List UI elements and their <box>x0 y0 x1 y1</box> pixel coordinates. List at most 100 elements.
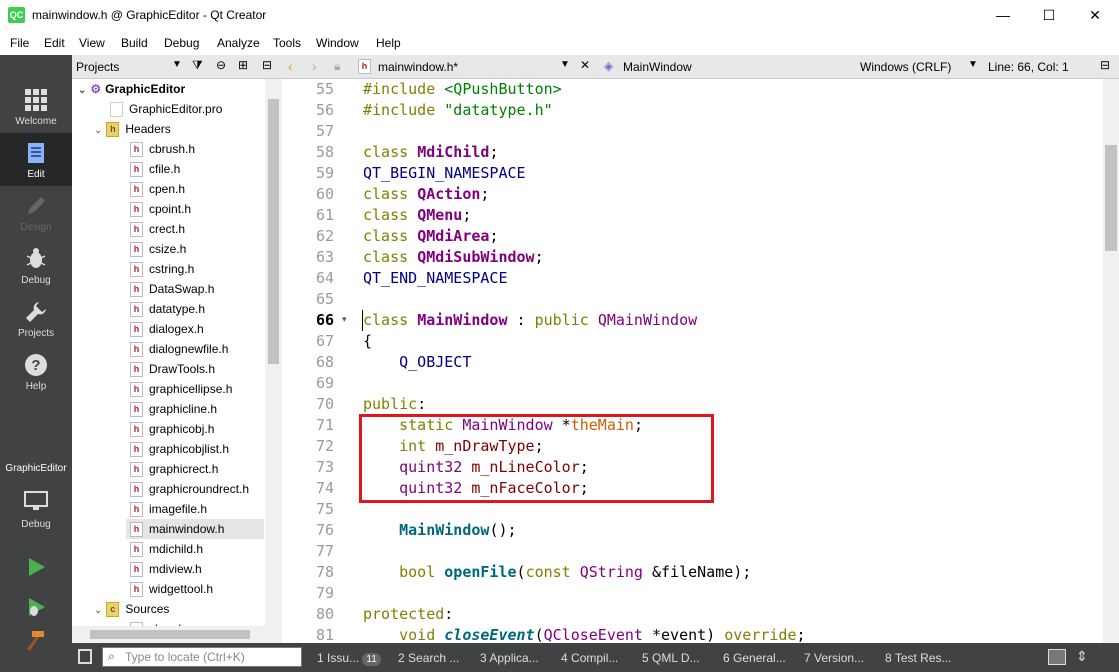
scrollbar-thumb[interactable] <box>1105 145 1117 251</box>
menu-build[interactable]: Build <box>121 36 148 50</box>
editor-vertical-scrollbar[interactable] <box>1103 79 1119 643</box>
tree-node-file[interactable]: h cfile.h <box>130 159 180 179</box>
file-tab-label[interactable]: mainwindow.h* <box>378 60 458 74</box>
menu-view[interactable]: View <box>79 36 105 50</box>
tree-node-file[interactable]: h graphicobjlist.h <box>130 439 229 459</box>
code-line[interactable]: #include "datatype.h" <box>363 100 553 121</box>
line-number-gutter[interactable]: 55 56 57 58 59 60 61 62 63 64 65 66 ▾ 67 68 69 70 71 72 73 7… <box>282 79 358 644</box>
menu-file[interactable]: File <box>10 36 29 50</box>
split-icon[interactable]: ⊞ <box>238 58 248 72</box>
code-line[interactable]: class QAction; <box>363 184 489 205</box>
kit-selector[interactable]: Debug <box>0 481 72 531</box>
chevron-down-icon[interactable]: ⌄ <box>94 605 102 616</box>
code-line[interactable]: MainWindow(); <box>363 520 516 541</box>
menu-tools[interactable]: Tools <box>273 36 301 50</box>
code-line[interactable]: #include <QPushButton> <box>363 79 562 100</box>
code-line[interactable]: QT_BEGIN_NAMESPACE <box>363 163 526 184</box>
output-pane-search[interactable]: 2 Search ... <box>398 651 459 665</box>
code-line[interactable]: protected: <box>363 604 453 625</box>
projects-pane-title[interactable]: Projects <box>76 60 119 74</box>
back-arrow-icon[interactable]: ‹ <box>288 58 293 74</box>
code-line[interactable]: public: <box>363 394 426 415</box>
fold-marker-icon[interactable]: ▾ <box>342 314 347 325</box>
chevron-down-icon[interactable]: ⌄ <box>94 125 102 136</box>
code-line[interactable]: class QMenu; <box>363 205 471 226</box>
code-editor[interactable]: #include <QPushButton> #include "datatype… <box>358 79 1103 643</box>
tree-node-file[interactable]: h datatype.h <box>130 299 205 319</box>
split-editor-icon[interactable]: ⊟ <box>1100 58 1110 72</box>
maximize-button[interactable]: ☐ <box>1026 0 1072 31</box>
tree-node-file[interactable]: h widgettool.h <box>130 579 213 599</box>
chevron-updown-icon[interactable]: ⇕ <box>1076 648 1088 665</box>
cursor-position[interactable]: Line: 66, Col: 1 <box>988 60 1069 74</box>
toggle-sidebar-icon[interactable] <box>78 649 92 664</box>
file-dropdown-icon[interactable]: ▼ <box>560 59 570 70</box>
tree-node-file[interactable]: h cstring.h <box>130 259 194 279</box>
output-pane-qml-debugger[interactable]: 5 QML D... <box>642 651 700 665</box>
tree-node-file[interactable]: h cpen.h <box>130 179 185 199</box>
filter-icon[interactable]: ⧩ <box>192 58 203 73</box>
symbol-selector[interactable]: MainWindow <box>623 60 692 74</box>
tree-node-file[interactable]: h graphicroundrect.h <box>130 479 249 499</box>
hammer-icon[interactable] <box>24 629 48 653</box>
code-line[interactable]: bool openFile(const QString &fileName); <box>363 562 751 583</box>
tree-node-file-selected[interactable]: h mainwindow.h <box>126 519 264 539</box>
code-line[interactable]: void closeEvent(QCloseEvent *event) over… <box>363 625 805 643</box>
locator-input[interactable]: Type to locate (Ctrl+K) <box>102 647 302 667</box>
mode-edit[interactable]: Edit <box>0 133 72 186</box>
close-document-icon[interactable]: ✕ <box>580 58 590 72</box>
tree-node-file[interactable]: h DrawTools.h <box>130 359 215 379</box>
tree-node-file[interactable]: h DataSwap.h <box>130 279 214 299</box>
tree-node-pro-file[interactable]: GraphicEditor.pro <box>110 99 222 119</box>
mode-welcome[interactable]: Welcome <box>0 80 72 133</box>
menu-debug[interactable]: Debug <box>164 36 199 50</box>
code-line[interactable]: class QMdiArea; <box>363 226 498 247</box>
menu-help[interactable]: Help <box>376 36 401 50</box>
tree-node-headers[interactable]: ⌄ h Headers <box>94 119 171 139</box>
tree-vertical-scrollbar[interactable] <box>265 79 282 643</box>
output-pane-general[interactable]: 6 General... <box>723 651 786 665</box>
mode-design[interactable]: Design <box>0 186 72 239</box>
tree-node-file[interactable]: h cbrush.h <box>130 139 195 159</box>
tree-node-file[interactable]: h mdiview.h <box>130 559 202 579</box>
mode-debug[interactable]: Debug <box>0 239 72 292</box>
tree-node-file[interactable]: h csize.h <box>130 239 186 259</box>
code-line[interactable]: class QMdiSubWindow; <box>363 247 544 268</box>
tree-node-project[interactable]: ⌄ ⚙ GraphicEditor <box>78 79 185 99</box>
output-pane-version-control[interactable]: 7 Version... <box>804 651 864 665</box>
tree-node-file[interactable]: h graphicellipse.h <box>130 379 232 399</box>
debug-run-icon[interactable] <box>24 595 48 619</box>
tree-node-file[interactable]: h graphicrect.h <box>130 459 218 479</box>
chevron-down-icon[interactable]: ▼ <box>172 59 182 70</box>
code-line[interactable]: class MainWindow : public QMainWindow <box>363 310 697 331</box>
output-pane-test-results[interactable]: 8 Test Res... <box>885 651 952 665</box>
tree-node-file[interactable]: h dialogex.h <box>130 319 204 339</box>
tree-node-file[interactable]: h cpoint.h <box>130 199 191 219</box>
tree-node-file[interactable]: h graphicobj.h <box>130 419 214 439</box>
menu-window[interactable]: Window <box>316 36 359 50</box>
close-button[interactable]: ✕ <box>1072 0 1118 31</box>
tree-node-file[interactable]: h graphicline.h <box>130 399 217 419</box>
toggle-output-icon[interactable] <box>1048 649 1066 665</box>
run-icon[interactable] <box>24 555 48 579</box>
tree-node-file[interactable]: h mdichild.h <box>130 539 203 559</box>
code-line[interactable]: { <box>363 331 372 352</box>
code-line[interactable]: QT_END_NAMESPACE <box>363 268 508 289</box>
minimize-button[interactable]: — <box>980 0 1026 31</box>
code-line[interactable]: Q_OBJECT <box>363 352 471 373</box>
scrollbar-thumb[interactable] <box>90 630 250 639</box>
mode-projects[interactable]: Projects <box>0 292 72 345</box>
line-ending-selector[interactable]: Windows (CRLF) <box>860 60 951 74</box>
tree-node-file[interactable]: h imagefile.h <box>130 499 207 519</box>
tree-horizontal-scrollbar[interactable] <box>72 626 265 643</box>
chevron-down-icon[interactable]: ▼ <box>968 59 978 70</box>
chevron-down-icon[interactable]: ⌄ <box>78 85 86 96</box>
close-pane-icon[interactable]: ⊟ <box>262 58 272 72</box>
scrollbar-thumb[interactable] <box>268 99 279 364</box>
tree-node-sources[interactable]: ⌄ c Sources <box>94 599 169 619</box>
code-line[interactable]: class MdiChild; <box>363 142 498 163</box>
output-pane-issues[interactable]: 1 Issu... 11 <box>317 651 381 666</box>
forward-arrow-icon[interactable]: › <box>312 58 317 74</box>
mode-help[interactable]: ? Help <box>0 345 72 398</box>
project-tree[interactable]: ⌄ ⚙ GraphicEditor GraphicEditor.pro ⌄ h Head… <box>72 79 282 643</box>
